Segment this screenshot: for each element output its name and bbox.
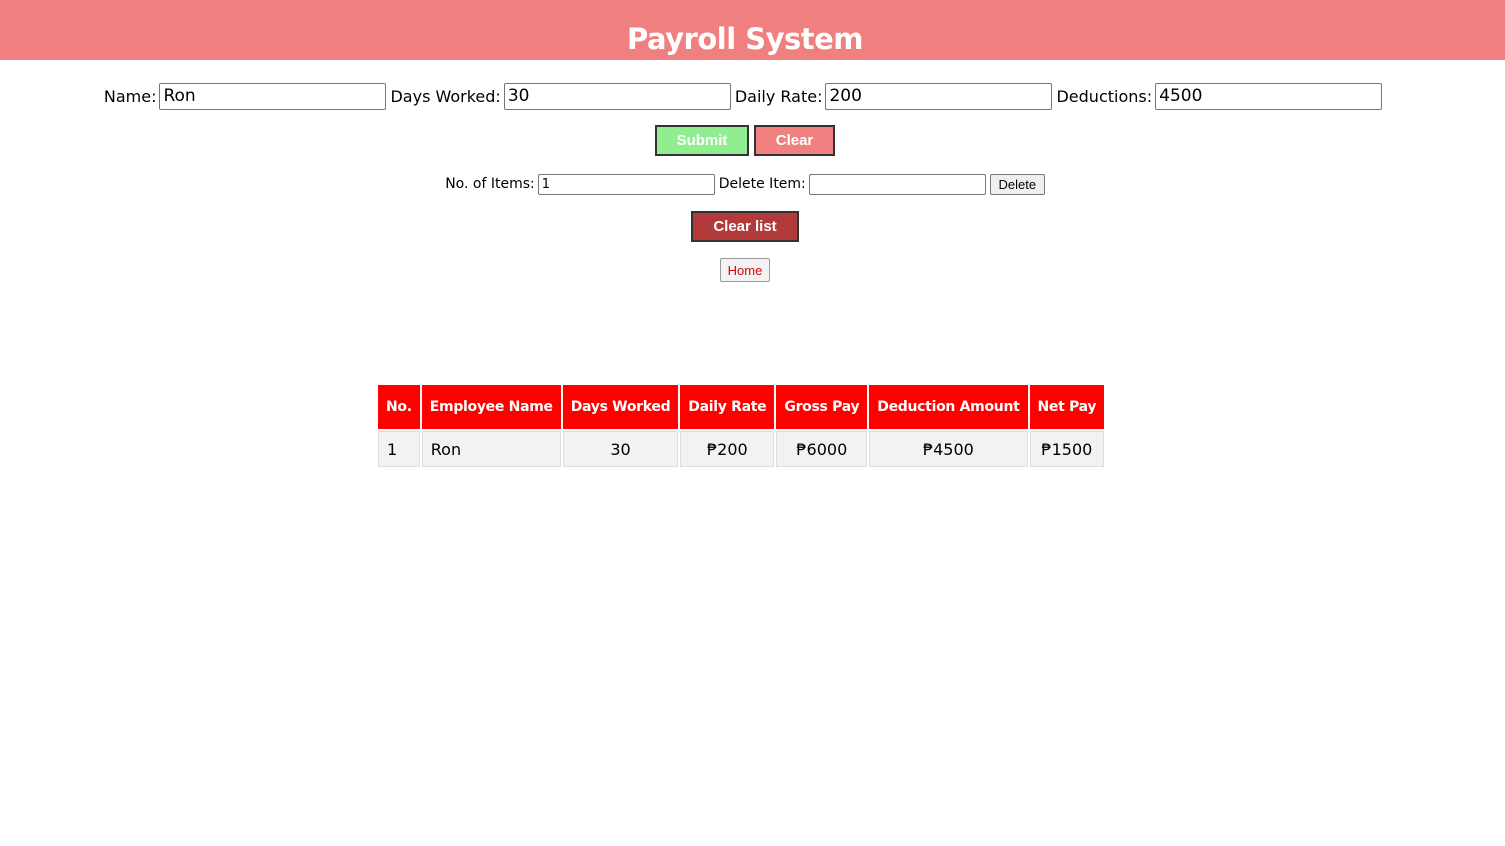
days-worked-label: Days Worked: [390,86,501,106]
cell-net-pay: ₱1500 [1029,431,1105,467]
cell-days-worked: 30 [562,431,679,467]
name-label: Name: [103,86,157,106]
deductions-input[interactable] [1155,82,1383,110]
col-header-no: No. [378,385,420,429]
daily-rate-input[interactable] [825,82,1053,110]
employee-form: Name: Days Worked: Daily Rate: Deduction… [0,82,1490,110]
col-header-employee-name: Employee Name [421,385,561,429]
cell-daily-rate: ₱200 [680,431,775,467]
home-button[interactable]: Home [720,258,770,282]
col-header-days-worked: Days Worked [562,385,679,429]
cell-employee-name: Ron [421,431,561,467]
daily-rate-label: Daily Rate: [734,86,823,106]
days-worked-input[interactable] [503,82,731,110]
col-header-deduction-amount: Deduction Amount [869,385,1028,429]
delete-button[interactable]: Delete [989,173,1045,195]
delete-item-input[interactable] [808,173,986,195]
delete-item-label: Delete Item: [718,176,806,192]
table-row: 1 Ron 30 ₱200 ₱6000 ₱4500 ₱1500 [378,431,1105,467]
clear-list-button[interactable]: Clear list [691,211,799,242]
item-count-input[interactable] [537,173,715,195]
clear-button[interactable]: Clear [754,125,835,156]
name-input[interactable] [159,82,387,110]
page-title: Payroll System [626,22,864,56]
home-row: Home [0,258,1490,282]
clear-list-row: Clear list [0,211,1490,242]
item-count-label: No. of Items: [445,176,535,192]
cell-gross-pay: ₱6000 [776,431,868,467]
col-header-gross-pay: Gross Pay [776,385,868,429]
form-actions: Submit Clear [0,125,1490,156]
deductions-label: Deductions: [1056,86,1153,106]
col-header-daily-rate: Daily Rate [680,385,775,429]
table-header-row: No. Employee Name Days Worked Daily Rate… [378,385,1105,429]
cell-deduction-amount: ₱4500 [869,431,1028,467]
items-controls: No. of Items: Delete Item: Delete [0,173,1490,195]
submit-button[interactable]: Submit [655,125,749,156]
page-header: Payroll System [0,0,1505,60]
payroll-table: No. Employee Name Days Worked Daily Rate… [376,383,1106,469]
col-header-net-pay: Net Pay [1029,385,1105,429]
cell-no: 1 [378,431,420,467]
